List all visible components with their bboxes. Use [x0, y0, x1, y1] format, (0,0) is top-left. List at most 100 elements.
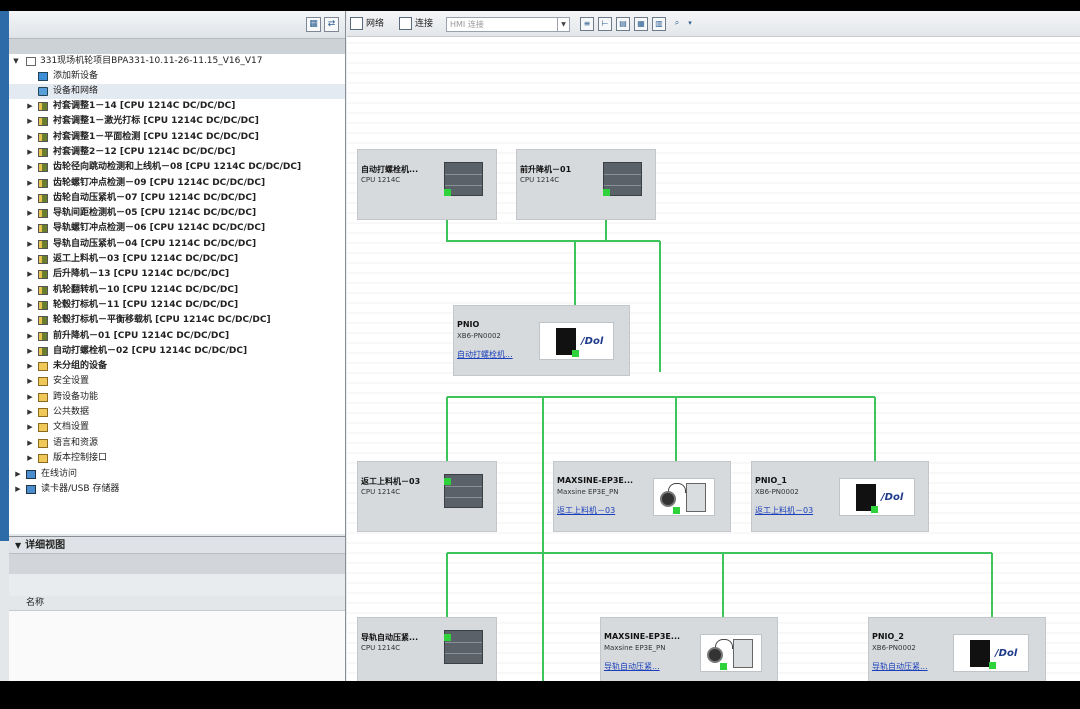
expand-right-icon[interactable]: ▶ — [26, 160, 34, 175]
chevron-down-icon[interactable]: ▼ — [557, 18, 569, 31]
properties-icon[interactable]: ≡ — [580, 17, 594, 31]
overview-icon[interactable]: ▥ — [652, 17, 666, 31]
device-plc-rework-loader[interactable]: 返工上料机－03 CPU 1214C — [357, 461, 497, 532]
expand-right-icon[interactable]: ▶ — [26, 344, 34, 359]
tree-item[interactable]: ▶ 语言和资源 — [9, 436, 345, 451]
grid-view-icon[interactable]: ▦ — [306, 17, 321, 32]
profinet-port[interactable] — [572, 350, 579, 357]
expand-right-icon[interactable]: ▶ — [26, 298, 34, 313]
expand-right-icon[interactable]: ▶ — [26, 405, 34, 420]
expand-right-icon[interactable]: ▶ — [26, 252, 34, 267]
tree-item[interactable]: ▶ 自动打螺栓机－02 [CPU 1214C DC/DC/DC] — [9, 344, 345, 359]
tree-item[interactable]: ▶ 后升降机－13 [CPU 1214C DC/DC/DC] — [9, 267, 345, 282]
device-drive-maxsine-2[interactable]: MAXSINE-EP3E... Maxsine EP3E_PN 导轨自动压紧..… — [600, 617, 778, 681]
detail-column-header[interactable]: 名称 — [9, 596, 345, 611]
tree-item[interactable]: ▶ 衬套调整2－12 [CPU 1214C DC/DC/DC] — [9, 145, 345, 160]
tree-item[interactable]: ▶ 轮毂打标机－平衡移载机 [CPU 1214C DC/DC/DC] — [9, 313, 345, 328]
tree-item[interactable]: ▶ 公共数据 — [9, 405, 345, 420]
expand-right-icon[interactable]: ▶ — [26, 359, 34, 374]
tree-item[interactable]: ▶ 衬套调整1－激光打标 [CPU 1214C DC/DC/DC] — [9, 114, 345, 129]
tree-item[interactable]: ▶ 齿轮自动压紧机－07 [CPU 1214C DC/DC/DC] — [9, 191, 345, 206]
tree-item[interactable]: ▶ 未分组的设备 — [9, 359, 345, 374]
device-link[interactable]: 导轨自动压紧... — [604, 661, 660, 672]
tree-item[interactable]: ▶ 跨设备功能 — [9, 390, 345, 405]
expand-right-icon[interactable]: ▶ — [26, 99, 34, 114]
tree-item[interactable]: ▶ 齿轮径向跳动检测和上线机－08 [CPU 1214C DC/DC/DC] — [9, 160, 345, 175]
profinet-port[interactable] — [871, 506, 878, 513]
expand-right-icon[interactable]: ▶ — [14, 467, 22, 482]
network-canvas[interactable]: 自动打螺栓机... CPU 1214C 前升降机－01 CPU 1214C PN… — [347, 37, 1080, 681]
expand-right-icon[interactable]: ▶ — [26, 145, 34, 160]
online-access-icon — [26, 485, 36, 495]
tree-item-add-device[interactable]: 添加新设备 — [9, 69, 345, 84]
device-link[interactable]: 自动打螺栓机... — [457, 349, 513, 360]
expand-right-icon[interactable]: ▶ — [26, 221, 34, 236]
zoom-dropdown-icon[interactable]: ▾ — [683, 17, 697, 31]
device-plc-front-lift[interactable]: 前升降机－01 CPU 1214C — [516, 149, 656, 220]
device-link[interactable]: 导轨自动压紧... — [872, 661, 928, 672]
detail-view-header[interactable]: ▼ 详细视图 — [9, 536, 345, 554]
hmi-connection-select[interactable]: HMI 连接 ▼ — [446, 17, 570, 32]
zoom-icon[interactable]: ⌕ — [670, 17, 684, 31]
tree-item[interactable]: ▶ 机轮翻转机－10 [CPU 1214C DC/DC/DC] — [9, 283, 345, 298]
device-io-pnio[interactable]: PNIO XB6-PN0002 自动打螺栓机... /Dol — [453, 305, 630, 376]
tree-item[interactable]: ▶ 前升降机－01 [CPU 1214C DC/DC/DC] — [9, 329, 345, 344]
tree-item[interactable]: ▶ 导轨间距检测机－05 [CPU 1214C DC/DC/DC] — [9, 206, 345, 221]
expand-right-icon[interactable]: ▶ — [14, 482, 22, 497]
tree-item[interactable]: ▶ 文档设置 — [9, 420, 345, 435]
profinet-port[interactable] — [444, 478, 451, 485]
tree-item[interactable]: ▶ 齿轮螺钉冲点检测－09 [CPU 1214C DC/DC/DC] — [9, 176, 345, 191]
profinet-port[interactable] — [603, 189, 610, 196]
expand-right-icon[interactable]: ▶ — [26, 206, 34, 221]
tree-item[interactable]: ▶ 读卡器/USB 存储器 — [9, 482, 345, 497]
expand-down-icon[interactable]: ▼ — [12, 54, 20, 69]
network-button[interactable]: 网络 — [350, 16, 384, 32]
expand-right-icon[interactable]: ▶ — [26, 436, 34, 451]
tree-item[interactable]: ▶ 衬套调整1－平面检测 [CPU 1214C DC/DC/DC] — [9, 130, 345, 145]
tree-item-devices-networks[interactable]: 设备和网络 — [9, 84, 345, 99]
expand-right-icon[interactable]: ▶ — [26, 451, 34, 466]
profinet-port[interactable] — [720, 663, 727, 670]
device-io-pnio-2[interactable]: PNIO_2 XB6-PN0002 导轨自动压紧... /Dol — [868, 617, 1046, 681]
io-icon[interactable]: ▤ — [616, 17, 630, 31]
expand-right-icon[interactable]: ▶ — [26, 237, 34, 252]
expand-right-icon[interactable]: ▶ — [26, 390, 34, 405]
expand-right-icon[interactable]: ▶ — [26, 130, 34, 145]
device-io-pnio-1[interactable]: PNIO_1 XB6-PN0002 返工上料机－03 /Dol — [751, 461, 929, 532]
expand-right-icon[interactable]: ▶ — [26, 313, 34, 328]
tree-item[interactable]: ▶ 衬套调整1－14 [CPU 1214C DC/DC/DC] — [9, 99, 345, 114]
tree-item[interactable]: ▶ 轮毂打标机－11 [CPU 1214C DC/DC/DC] — [9, 298, 345, 313]
profinet-port[interactable] — [673, 507, 680, 514]
expand-right-icon[interactable]: ▶ — [26, 114, 34, 129]
expand-right-icon[interactable]: ▶ — [26, 374, 34, 389]
table-icon[interactable]: ▦ — [634, 17, 648, 31]
expand-right-icon[interactable]: ▶ — [26, 329, 34, 344]
tree-item[interactable]: ▶ 导轨螺钉冲点检测－06 [CPU 1214C DC/DC/DC] — [9, 221, 345, 236]
device-type: Maxsine EP3E_PN — [557, 488, 619, 496]
sync-icon[interactable]: ⇄ — [324, 17, 339, 32]
expand-right-icon[interactable]: ▶ — [26, 283, 34, 298]
expand-right-icon[interactable]: ▶ — [26, 267, 34, 282]
profinet-port[interactable] — [444, 634, 451, 641]
profinet-port[interactable] — [989, 662, 996, 669]
tree-item[interactable]: ▶ 在线访问 — [9, 467, 345, 482]
expand-right-icon[interactable]: ▶ — [26, 176, 34, 191]
tree-item[interactable]: ▶ 安全设置 — [9, 374, 345, 389]
expand-right-icon[interactable]: ▶ — [26, 191, 34, 206]
device-link[interactable]: 返工上料机－03 — [557, 505, 615, 516]
connections-button[interactable]: 连接 — [399, 16, 433, 32]
topology-icon[interactable]: ⊢ — [598, 17, 612, 31]
tree-item[interactable]: ▶ 返工上料机－03 [CPU 1214C DC/DC/DC] — [9, 252, 345, 267]
expand-right-icon[interactable]: ▶ — [26, 420, 34, 435]
tree-root-project[interactable]: ▼ 331现场机轮项目BPA331-10.11-26-11.15_V16_V17 — [9, 54, 345, 69]
tree-item[interactable]: ▶ 版本控制接口 — [9, 451, 345, 466]
profinet-port[interactable] — [444, 189, 451, 196]
plc-icon — [38, 239, 48, 249]
tree-item[interactable]: ▶ 导轨自动压紧机－04 [CPU 1214C DC/DC/DC] — [9, 237, 345, 252]
collapse-chevron-icon[interactable]: ▼ — [15, 541, 21, 550]
device-drive-maxsine-1[interactable]: MAXSINE-EP3E... Maxsine EP3E_PN 返工上料机－03 — [553, 461, 731, 532]
device-link[interactable]: 返工上料机－03 — [755, 505, 813, 516]
device-plc-rail-press[interactable]: 导轨自动压紧... CPU 1214C — [357, 617, 497, 681]
device-plc-auto-screw[interactable]: 自动打螺栓机... CPU 1214C — [357, 149, 497, 220]
project-tree-side-tab[interactable] — [0, 11, 9, 541]
